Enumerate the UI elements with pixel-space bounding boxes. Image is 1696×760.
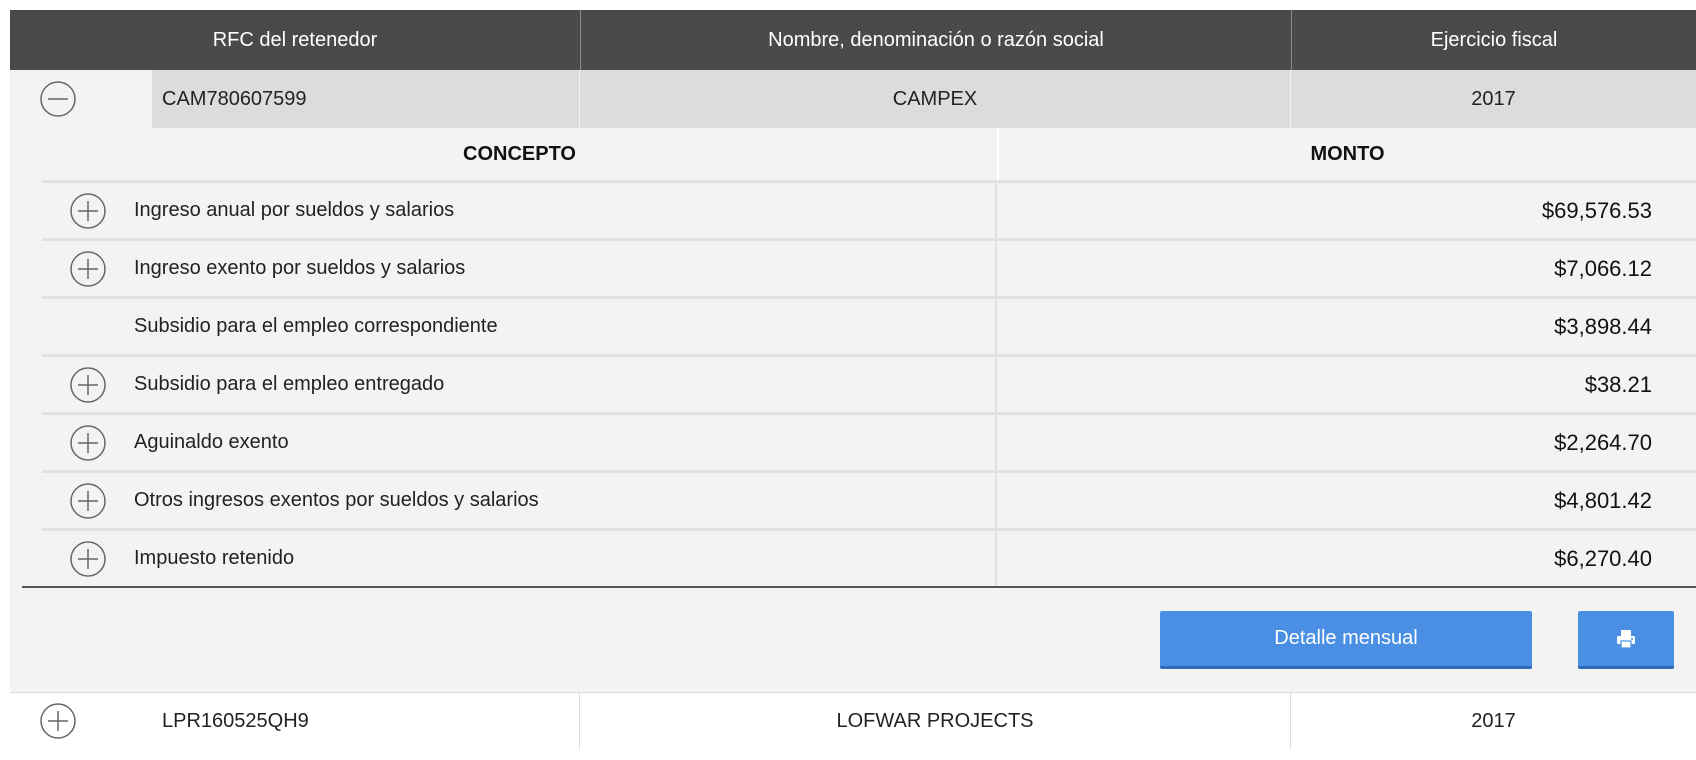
concept-row[interactable]: Ingreso anual por sueldos y salarios $69,… — [42, 180, 1696, 238]
row-rfc: LPR160525QH9 — [152, 693, 580, 749]
concept-label: Aguinaldo exento — [134, 431, 289, 453]
expand-toggle[interactable] — [10, 693, 152, 749]
concept-row: Subsidio para el empleo correspondiente $… — [42, 296, 1696, 354]
header-ejercicio: Ejercicio fiscal — [1430, 28, 1558, 51]
concept-row[interactable]: Subsidio para el empleo entregado $38.21 — [42, 354, 1696, 412]
concept-row[interactable]: Aguinaldo exento $2,264.70 — [42, 412, 1696, 470]
detail-header: CONCEPTO MONTO — [42, 128, 1696, 180]
printer-icon — [1617, 629, 1635, 649]
concept-label: Ingreso exento por sueldos y salarios — [134, 257, 466, 279]
amount-cell: $69,576.53 — [1541, 197, 1652, 223]
row-name: LOFWAR PROJECTS — [580, 693, 1291, 749]
print-button[interactable] — [1578, 611, 1674, 669]
amount-cell: $4,801.42 — [1554, 487, 1652, 513]
concept-cell: Aguinaldo exento — [42, 415, 997, 470]
concept-label: Subsidio para el empleo correspondiente — [134, 315, 498, 337]
plus-circle-icon[interactable] — [68, 423, 108, 463]
amount-cell: $3,898.44 — [1554, 313, 1652, 339]
table-row[interactable]: LPR160525QH9 LOFWAR PROJECTS 2017 — [10, 692, 1696, 749]
concept-row[interactable]: Impuesto retenido $6,270.40 — [42, 528, 1696, 586]
amount-cell: $2,264.70 — [1554, 429, 1652, 455]
row-name: CAMPEX — [580, 70, 1291, 128]
concept-cell: Ingreso exento por sueldos y salarios — [42, 241, 997, 296]
concept-cell: Ingreso anual por sueldos y salarios — [42, 183, 997, 238]
plus-circle-icon[interactable] — [68, 539, 108, 579]
header-concepto: CONCEPTO — [42, 128, 999, 180]
concept-cell: Impuesto retenido — [42, 531, 997, 586]
detail-actions: Detalle mensual — [10, 588, 1696, 692]
retenciones-table: RFC del retenedor Nombre, denominación o… — [10, 10, 1696, 749]
concept-cell: Otros ingresos exentos por sueldos y sal… — [42, 473, 997, 528]
concept-row[interactable]: Ingreso exento por sueldos y salarios $7,… — [42, 238, 1696, 296]
detail-rows: Ingreso anual por sueldos y salarios $69,… — [10, 180, 1696, 586]
row-rfc: CAM780607599 — [152, 70, 580, 128]
concept-row[interactable]: Otros ingresos exentos por sueldos y sal… — [42, 470, 1696, 528]
table-row-expanded[interactable]: CAM780607599 CAMPEX 2017 — [10, 70, 1696, 128]
table-header: RFC del retenedor Nombre, denominación o… — [10, 10, 1696, 70]
header-rfc: RFC del retenedor — [10, 10, 581, 70]
plus-circle-icon[interactable] — [68, 481, 108, 521]
plus-circle-icon[interactable] — [68, 365, 108, 405]
concept-label: Otros ingresos exentos por sueldos y sal… — [134, 489, 539, 511]
concept-label: Subsidio para el empleo entregado — [134, 373, 445, 395]
amount-cell: $7,066.12 — [1554, 255, 1652, 281]
plus-circle-icon[interactable] — [38, 701, 78, 741]
collapse-toggle[interactable] — [10, 70, 152, 128]
amount-cell: $38.21 — [1584, 371, 1652, 397]
minus-circle-icon[interactable] — [38, 79, 78, 119]
detail-panel: CONCEPTO MONTO Ingreso anual por sueldos… — [10, 128, 1696, 692]
row-year: 2017 — [1471, 709, 1516, 732]
amount-cell: $6,270.40 — [1554, 545, 1652, 571]
row-year: 2017 — [1471, 87, 1516, 110]
concept-label: Ingreso anual por sueldos y salarios — [134, 199, 455, 221]
header-nombre: Nombre, denominación o razón social — [581, 10, 1292, 70]
plus-circle-icon[interactable] — [68, 191, 108, 231]
header-monto: MONTO — [1310, 142, 1385, 165]
detalle-mensual-button[interactable]: Detalle mensual — [1160, 611, 1532, 669]
plus-circle-icon[interactable] — [68, 249, 108, 289]
concept-cell: Subsidio para el empleo entregado — [42, 357, 997, 412]
concept-cell: Subsidio para el empleo correspondiente — [42, 299, 997, 354]
concept-label: Impuesto retenido — [134, 547, 295, 569]
